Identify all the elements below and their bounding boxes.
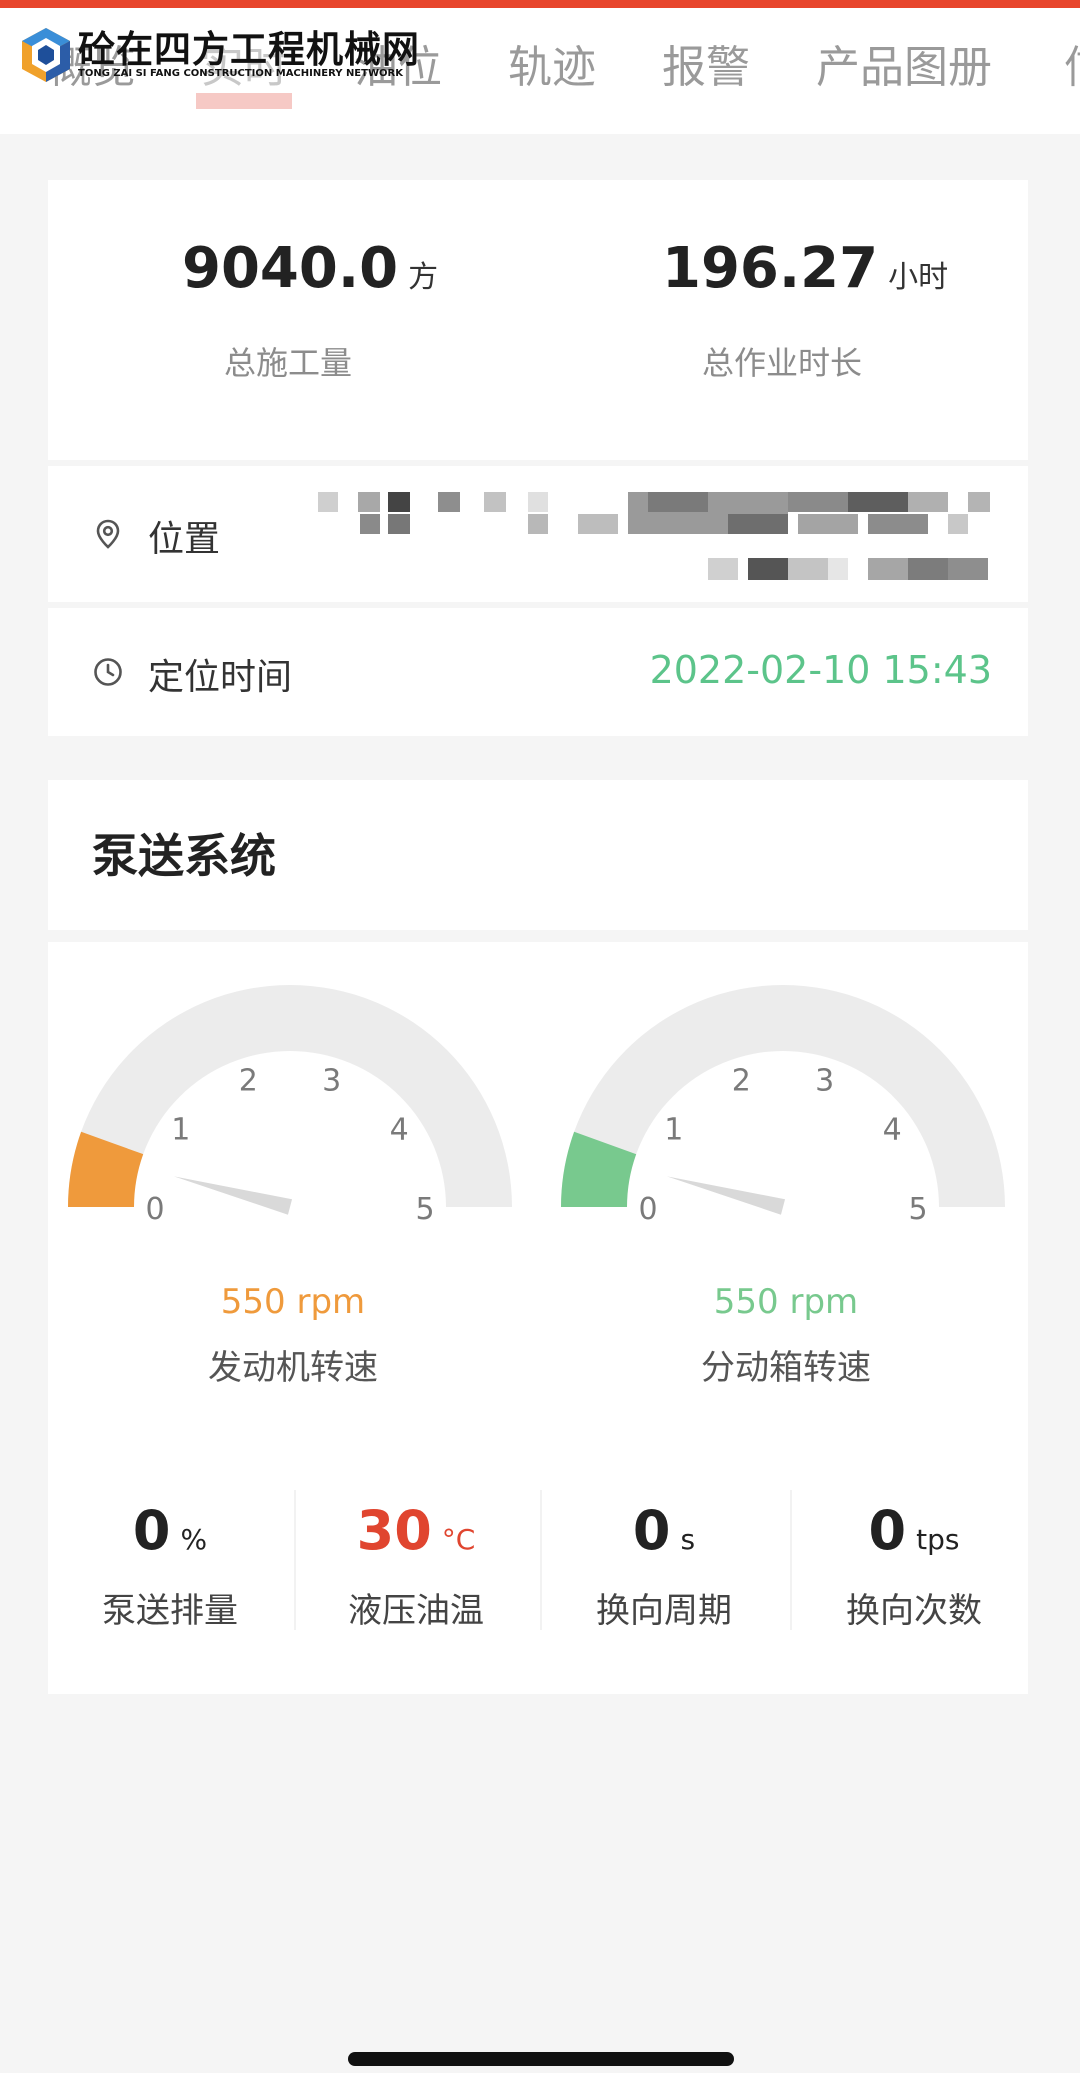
hydraulic-oil-temp: 30 °C 液压油温 — [296, 1496, 536, 1632]
tab-product-catalog[interactable]: 产品图册 — [816, 38, 992, 98]
watermark-title: 砼在四方工程机械网 — [78, 28, 420, 71]
hydraulic-oil-temp-label: 液压油温 — [348, 1591, 484, 1631]
location-label: 位置 — [148, 519, 221, 560]
pump-displacement-label: 泵送排量 — [102, 1591, 238, 1631]
top-accent-bar — [0, 0, 1080, 8]
gauge-needle — [173, 1176, 293, 1215]
locate-time-value: 2022-02-10 15:43 — [649, 648, 992, 692]
total-hours-unit: 小时 — [888, 260, 949, 295]
gauge-tick-label: 0 — [638, 1192, 657, 1227]
locate-time-row: 定位时间 2022-02-10 15:43 — [48, 608, 1028, 736]
gauge-tick-label: 1 — [664, 1113, 683, 1148]
pump-displacement: 0% 泵送排量 — [50, 1496, 290, 1632]
locate-time-label: 定位时间 — [148, 657, 293, 698]
location-pin-icon — [96, 519, 120, 549]
watermark-logo-icon — [22, 28, 70, 82]
tab-bar: 概览 实时 油位 轨迹 报警 产品图册 信 砼在四方工程机械网 TONG ZAI… — [0, 8, 1080, 134]
engine-speed-gauge: 0 1 2 3 4 5 — [68, 985, 512, 1227]
total-volume-label: 总施工量 — [224, 344, 353, 382]
tab-alarm[interactable]: 报警 — [662, 38, 750, 98]
summary-card: 9040.0 方 总施工量 196.27 小时 总作业时长 — [48, 180, 1028, 460]
reversing-count: 0 tps 换向次数 — [794, 1496, 1034, 1632]
transfer-case-speed-reading: 550 rpm — [713, 1282, 859, 1322]
transfer-case-speed-gauge: 0 1 2 3 4 5 — [561, 985, 1005, 1227]
gauge-tick-label: 0 — [145, 1192, 164, 1227]
gauge-tick-label: 1 — [171, 1113, 190, 1148]
reversing-count-label: 换向次数 — [846, 1591, 982, 1631]
gauge-tick-label: 5 — [415, 1192, 434, 1227]
engine-speed-label: 发动机转速 — [208, 1348, 378, 1388]
total-hours-value: 196.27 小时 — [662, 236, 949, 301]
gauge-tick-label: 2 — [732, 1064, 751, 1099]
hydraulic-oil-temp-value: 30 °C — [356, 1499, 476, 1562]
gauge-tick-label: 4 — [883, 1113, 902, 1148]
total-hours-label: 总作业时长 — [702, 344, 863, 382]
gauge-tick-label: 2 — [239, 1064, 258, 1099]
transfer-case-speed-label: 分动箱转速 — [701, 1348, 871, 1388]
total-volume-unit: 方 — [408, 260, 439, 295]
reversing-period-value: 0s — [632, 1499, 696, 1562]
engine-speed-reading: 550 rpm — [220, 1282, 366, 1322]
clock-icon — [94, 658, 122, 686]
pump-system-title: 泵送系统 — [92, 829, 276, 883]
metric-divider — [540, 1490, 542, 1630]
location-row: 位置 — [48, 466, 1028, 602]
reversing-count-value: 0 tps — [868, 1499, 960, 1562]
home-indicator[interactable] — [348, 2052, 734, 2066]
reversing-period: 0s 换向周期 — [544, 1496, 784, 1632]
gauge-needle — [666, 1176, 786, 1215]
metric-divider — [790, 1490, 792, 1630]
gauge-tick-label: 3 — [322, 1064, 341, 1099]
pump-displacement-value: 0% — [132, 1499, 208, 1562]
watermark-subtitle: TONG ZAI SI FANG CONSTRUCTION MACHINERY … — [78, 68, 403, 79]
gauge-tick-label: 5 — [908, 1192, 927, 1227]
tab-track[interactable]: 轨迹 — [508, 38, 596, 98]
total-volume-value: 9040.0 方 — [182, 236, 439, 301]
reversing-period-label: 换向周期 — [596, 1591, 732, 1631]
gauge-tick-label: 3 — [815, 1064, 834, 1099]
gauge-tick-label: 4 — [390, 1113, 409, 1148]
tab-more[interactable]: 信 — [1064, 38, 1080, 98]
